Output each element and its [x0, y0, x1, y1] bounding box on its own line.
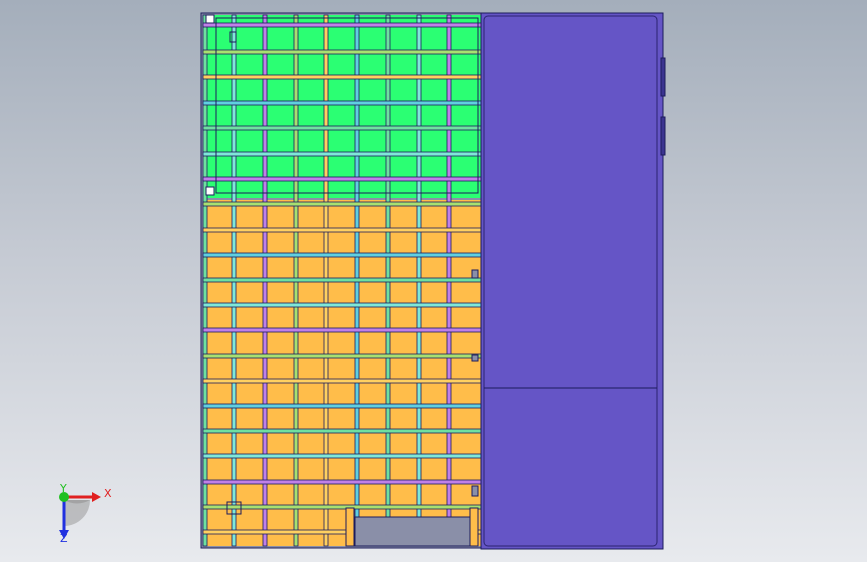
graphics-viewport[interactable]: X Y Z — [0, 0, 867, 562]
hinge-upper — [660, 57, 666, 97]
grating-assembly[interactable] — [200, 12, 482, 549]
horizontal-bar — [202, 201, 482, 207]
side-panel[interactable] — [480, 12, 666, 550]
horizontal-bar — [202, 74, 482, 80]
y-axis-label: Y — [59, 482, 67, 495]
z-axis-label: Z — [60, 532, 68, 545]
horizontal-bar — [202, 504, 482, 510]
horizontal-bar — [202, 302, 482, 308]
horizontal-bar — [202, 49, 482, 55]
horizontal-bar — [202, 151, 482, 157]
horizontal-bar — [202, 100, 482, 106]
x-axis-label: X — [104, 487, 112, 500]
horizontal-bar — [202, 125, 482, 131]
horizontal-bar — [202, 378, 482, 384]
horizontal-bar — [202, 353, 482, 359]
horizontal-bar — [202, 327, 482, 333]
horizontal-bar — [202, 403, 482, 409]
coordinate-triad[interactable]: X Y Z — [59, 482, 112, 545]
horizontal-bar — [202, 252, 482, 258]
horizontal-bar — [202, 22, 482, 28]
corner-bracket — [205, 14, 215, 24]
corner-bracket — [205, 186, 215, 196]
horizontal-bar — [202, 453, 482, 459]
cad-model-view[interactable]: X Y Z — [0, 0, 867, 562]
horizontal-bar — [202, 176, 482, 182]
hinge-lower — [660, 116, 666, 156]
horizontal-bar — [202, 227, 482, 233]
horizontal-bar — [202, 479, 482, 485]
upper-panel[interactable] — [203, 15, 481, 198]
horizontal-bar — [202, 428, 482, 434]
lower-panel[interactable] — [203, 200, 481, 546]
horizontal-bar — [202, 277, 482, 283]
